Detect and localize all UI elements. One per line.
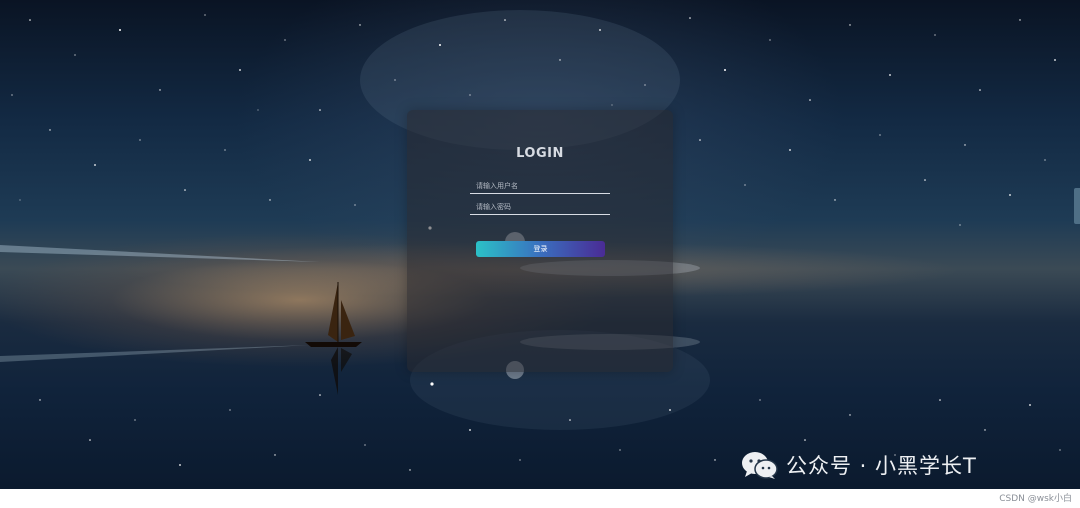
sailboat-silhouette [305, 282, 362, 395]
footer-credit: CSDN @wsk小白 [999, 494, 1072, 504]
login-title: LOGIN [516, 146, 564, 161]
background-night-sky: LOGIN 登录 公众号 · 小黑学长T [0, 0, 1080, 489]
watermark-text: 公众号 · 小黑学长T [786, 454, 977, 478]
side-scroll-handle[interactable] [1074, 188, 1080, 224]
wechat-watermark: 公众号 · 小黑学长T [740, 448, 977, 482]
password-input[interactable] [470, 199, 610, 215]
username-input[interactable] [470, 178, 610, 194]
login-panel: LOGIN 登录 [407, 110, 673, 372]
login-button[interactable]: 登录 [476, 241, 605, 257]
wechat-icon [742, 452, 778, 479]
